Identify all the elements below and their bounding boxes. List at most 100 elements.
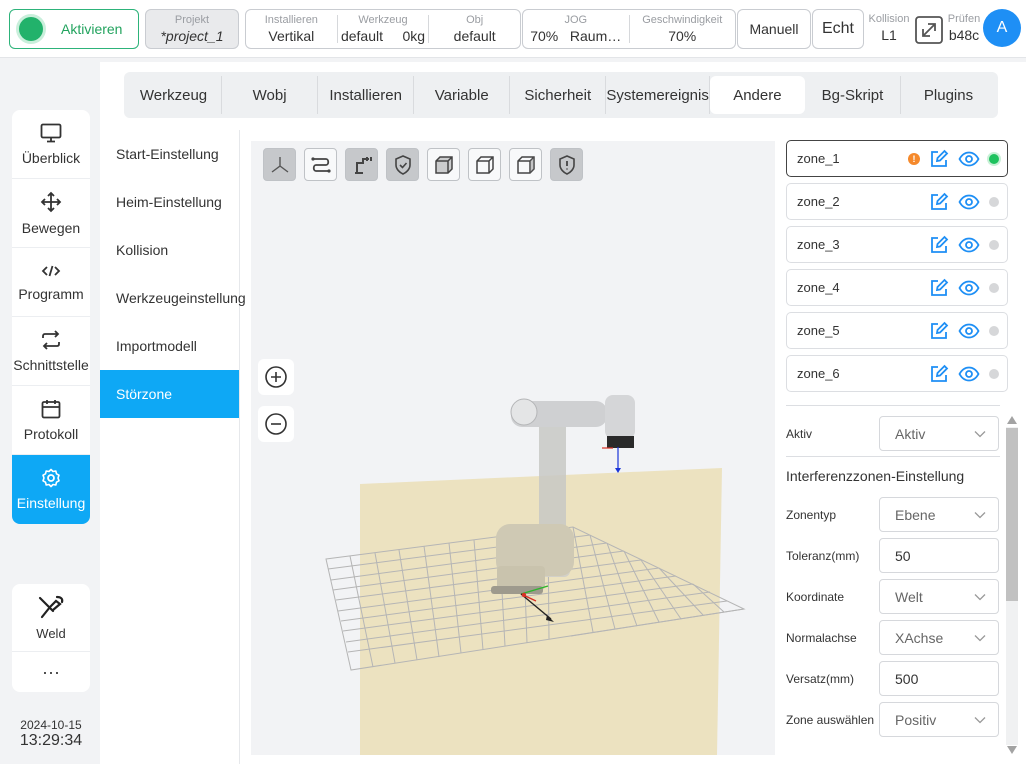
robot-arm-model xyxy=(491,395,635,594)
nav-label-interface: Schnittstelle xyxy=(13,356,89,373)
tab-other[interactable]: Andere xyxy=(709,76,805,114)
edit-icon[interactable] xyxy=(929,192,949,212)
zone-type-select[interactable]: Ebene xyxy=(879,497,999,532)
eye-icon[interactable] xyxy=(958,280,980,296)
3d-viewport[interactable] xyxy=(251,141,775,755)
zone-status-led xyxy=(989,326,999,336)
edit-icon[interactable] xyxy=(929,364,949,384)
zone-row[interactable]: zone_5 xyxy=(786,312,1008,349)
submenu-home-settings[interactable]: Heim-Einstellung xyxy=(100,178,239,226)
edit-icon[interactable] xyxy=(929,321,949,341)
coordinate-select[interactable]: Welt xyxy=(879,579,999,614)
offset-row: Versatz(mm) 500 xyxy=(786,658,1000,699)
install-cell[interactable]: Installieren Vertikal xyxy=(246,14,338,44)
normal-axis-select[interactable]: XAchse xyxy=(879,620,999,655)
nav-item-program[interactable]: Programm xyxy=(12,248,90,317)
eye-icon[interactable] xyxy=(958,194,980,210)
user-avatar[interactable]: A xyxy=(983,9,1021,47)
box-view-front-button[interactable] xyxy=(427,148,460,181)
eye-icon[interactable] xyxy=(958,366,980,382)
nav-label-weld: Weld xyxy=(36,625,66,641)
mode-manual-button[interactable]: Manuell xyxy=(737,9,811,49)
zone-row[interactable]: zone_4 xyxy=(786,269,1008,306)
properties-scrollbar[interactable] xyxy=(1003,413,1019,757)
nav-item-move[interactable]: Bewegen xyxy=(12,179,90,248)
tab-system-event[interactable]: Systemereignis xyxy=(606,76,710,114)
more-menu-button[interactable]: ··· xyxy=(12,652,90,692)
monitor-icon xyxy=(40,123,62,142)
project-selector[interactable]: Projekt *project_1 xyxy=(145,9,239,49)
nav-item-overview[interactable]: Überblick xyxy=(12,110,90,179)
tab-wobj[interactable]: Wobj xyxy=(222,76,319,114)
offset-value: 500 xyxy=(895,670,919,687)
eye-icon[interactable] xyxy=(958,237,980,253)
expand-icon[interactable] xyxy=(914,15,944,45)
zone-select-dropdown[interactable]: Positiv xyxy=(879,702,999,737)
scroll-thumb[interactable] xyxy=(1006,428,1018,601)
zone-type-row: Zonentyp Ebene xyxy=(786,494,1000,535)
coordinate-label: Koordinate xyxy=(786,589,845,604)
tab-variable[interactable]: Variable xyxy=(414,76,511,114)
jog-caption: JOG xyxy=(564,14,588,26)
nav-item-interface[interactable]: Schnittstelle xyxy=(12,317,90,386)
collision-level[interactable]: Kollision L1 xyxy=(866,12,912,44)
offset-input[interactable]: 500 xyxy=(879,661,999,696)
activate-button[interactable]: Aktivieren xyxy=(9,9,139,49)
speed-cell[interactable]: Geschwindigkeit 70% xyxy=(630,14,736,44)
settings-tabs: Werkzeug Wobj Installieren Variable Sich… xyxy=(124,72,998,118)
nav-item-settings[interactable]: Einstellung xyxy=(12,455,90,524)
tolerance-input[interactable]: 50 xyxy=(879,538,999,573)
robot-view-button[interactable] xyxy=(345,148,378,181)
submenu-interference-zone[interactable]: Störzone xyxy=(100,370,239,418)
chevron-down-icon xyxy=(974,717,986,724)
edit-icon[interactable] xyxy=(929,149,949,169)
tab-safety[interactable]: Sicherheit xyxy=(510,76,607,114)
box-view-side-button[interactable] xyxy=(509,148,542,181)
tool-cell[interactable]: Werkzeug default 0kg xyxy=(338,14,430,44)
axis-view-button[interactable] xyxy=(263,148,296,181)
zone-shield-button[interactable] xyxy=(550,148,583,181)
eye-icon[interactable] xyxy=(958,323,980,339)
zone-name: zone_5 xyxy=(797,323,840,338)
coordinate-value: Welt xyxy=(895,588,923,605)
zone-row[interactable]: zone_3 xyxy=(786,226,1008,263)
base-frame-axes xyxy=(520,585,554,622)
chevron-down-icon xyxy=(974,512,986,519)
checksum-display: Prüfen b48c xyxy=(944,12,984,44)
submenu-import-model[interactable]: Importmodell xyxy=(100,322,239,370)
submenu-tool-settings[interactable]: Werkzeugeinstellung xyxy=(100,274,246,322)
submenu-start-settings[interactable]: Start-Einstellung xyxy=(100,130,239,178)
nav-item-weld[interactable]: Weld xyxy=(12,584,90,652)
zone-row[interactable]: zone_1 ! xyxy=(786,140,1008,177)
tab-plugins[interactable]: Plugins xyxy=(901,76,996,114)
scroll-down-arrow[interactable] xyxy=(1006,744,1018,756)
edit-icon[interactable] xyxy=(929,278,949,298)
jog-speed-group[interactable]: JOG 70% Raum… Geschwindigkeit 70% xyxy=(522,9,736,49)
tab-tool[interactable]: Werkzeug xyxy=(126,76,223,114)
top-status-bar: Aktivieren Projekt *project_1 Installier… xyxy=(0,0,1026,58)
zone-select-row: Zone auswählen Positiv xyxy=(786,699,1000,740)
jog-cell[interactable]: JOG 70% Raum… xyxy=(523,14,630,44)
box-view-top-button[interactable] xyxy=(468,148,501,181)
active-select[interactable]: Aktiv xyxy=(879,416,999,451)
obj-cell[interactable]: Obj default xyxy=(429,14,520,44)
path-view-button[interactable] xyxy=(304,148,337,181)
scroll-up-arrow[interactable] xyxy=(1006,414,1018,426)
nav-item-log[interactable]: Protokoll xyxy=(12,386,90,455)
submenu-collision[interactable]: Kollision xyxy=(100,226,239,274)
zone-row[interactable]: zone_2 xyxy=(786,183,1008,220)
zone-row[interactable]: zone_6 xyxy=(786,355,1008,392)
power-status-icon xyxy=(19,17,43,41)
tab-bg-script[interactable]: Bg-Skript xyxy=(805,76,901,114)
zoom-in-button[interactable] xyxy=(258,359,294,395)
install-caption: Installieren xyxy=(264,14,318,26)
real-mode-button[interactable]: Echt xyxy=(812,9,864,49)
zoom-out-button[interactable] xyxy=(258,406,294,442)
move-icon xyxy=(40,191,62,212)
zone-select-label: Zone auswählen xyxy=(786,712,875,727)
install-tool-obj-group[interactable]: Installieren Vertikal Werkzeug default 0… xyxy=(245,9,521,49)
edit-icon[interactable] xyxy=(929,235,949,255)
safety-shield-button[interactable] xyxy=(386,148,419,181)
tab-install[interactable]: Installieren xyxy=(318,76,415,114)
eye-icon[interactable] xyxy=(958,151,980,167)
